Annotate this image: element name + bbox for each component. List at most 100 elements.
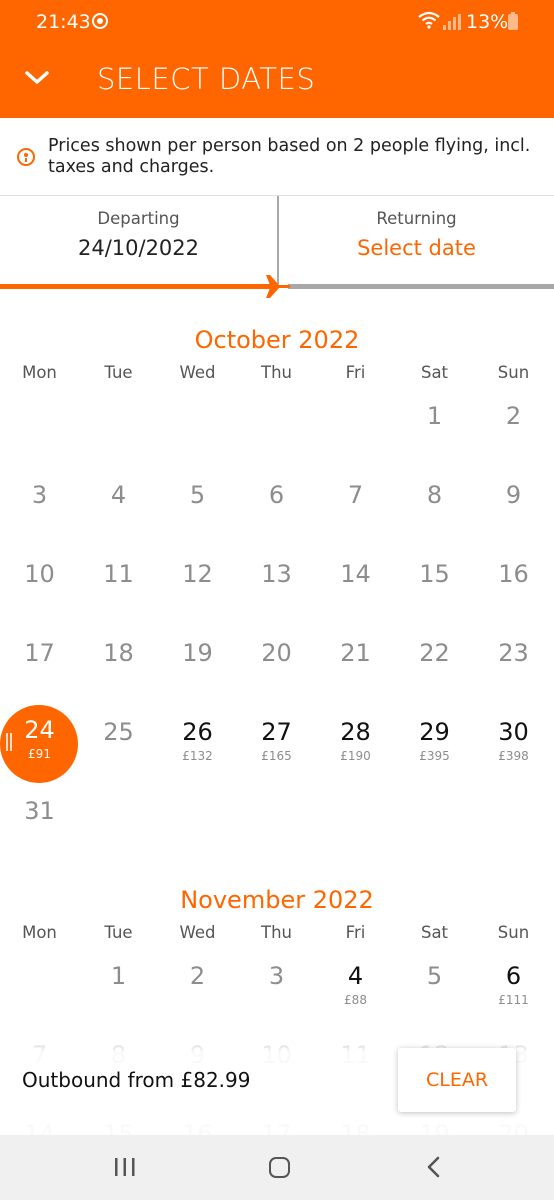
weekday-label: Tue (104, 923, 133, 942)
calendar-day[interactable]: 6 £111 (474, 962, 553, 1007)
chevron-down-icon[interactable] (24, 68, 50, 88)
calendar-day[interactable]: 21 (316, 639, 395, 667)
day-price: £132 (182, 749, 213, 763)
calendar-day[interactable]: 16 (474, 560, 553, 588)
calendar-day[interactable]: 9 (474, 481, 553, 509)
calendar-day[interactable]: 24 £91 (0, 716, 79, 761)
day-price: £398 (498, 749, 529, 763)
day-number: 6 (268, 481, 285, 509)
day-price: £111 (498, 993, 529, 1007)
weekday-label: Mon (22, 363, 57, 382)
tab-departing[interactable]: Departing 24/10/2022 (0, 196, 277, 284)
day-number: 20 (261, 639, 292, 667)
calendar-day[interactable]: 4 £88 (316, 962, 395, 1007)
weekday-label: Sat (420, 363, 449, 382)
day-number: 3 (268, 962, 285, 990)
tab-returning[interactable]: Returning Select date (277, 196, 554, 284)
calendar-day[interactable]: 2 (474, 402, 553, 430)
calendar-day[interactable]: 5 (158, 481, 237, 509)
calendar-day[interactable]: 12 (158, 560, 237, 588)
calendar-day[interactable]: 13 (237, 560, 316, 588)
progress-line-departing (0, 284, 272, 289)
day-number: 26 (182, 718, 213, 746)
departing-label: Departing (97, 209, 180, 228)
info-icon (17, 148, 35, 166)
day-number: 2 (505, 402, 522, 430)
home-icon[interactable] (269, 1157, 290, 1178)
calendar-day[interactable]: 26 £132 (158, 718, 237, 763)
calendar-day[interactable]: 28 £190 (316, 718, 395, 763)
calendar-day[interactable]: 31 (0, 797, 79, 825)
day-number: 10 (24, 560, 55, 588)
calendar-day[interactable]: 6 (237, 481, 316, 509)
outbound-price: Outbound from £82.99 (22, 1068, 251, 1092)
month-title: November 2022 (180, 886, 374, 914)
day-number: 15 (419, 560, 450, 588)
battery-icon (508, 12, 518, 30)
day-number: 3 (31, 481, 48, 509)
day-number: 7 (347, 481, 364, 509)
day-number: 11 (103, 560, 134, 588)
calendar-day[interactable]: 8 (395, 481, 474, 509)
weekday-label: Mon (22, 923, 57, 942)
calendar-day[interactable]: 7 (316, 481, 395, 509)
clear-button[interactable]: CLEAR (398, 1048, 516, 1112)
day-number: 13 (261, 560, 292, 588)
day-number: 18 (103, 639, 134, 667)
calendar-day[interactable]: 11 (79, 560, 158, 588)
day-number: 22 (419, 639, 450, 667)
calendar-day[interactable]: 5 (395, 962, 474, 990)
day-number: 19 (182, 639, 213, 667)
status-time: 21:43 (36, 11, 91, 33)
weekday-label: Wed (179, 363, 216, 382)
date-tabs: Departing 24/10/2022 Returning Select da… (0, 196, 554, 284)
day-number: 5 (189, 481, 206, 509)
day-number: 8 (426, 481, 443, 509)
calendar-day[interactable]: 1 (79, 962, 158, 990)
calendar-day[interactable]: 27 £165 (237, 718, 316, 763)
calendar-day[interactable]: 20 (237, 639, 316, 667)
day-number: 14 (340, 560, 371, 588)
calendar-day[interactable]: 15 (395, 560, 474, 588)
day-number: 12 (182, 560, 213, 588)
calendar-day[interactable]: 4 (79, 481, 158, 509)
calendar-day[interactable]: 2 (158, 962, 237, 990)
day-number: 9 (505, 481, 522, 509)
plane-icon (259, 275, 291, 298)
weekday-label: Sun (497, 363, 530, 382)
calendar-day[interactable]: 14 (316, 560, 395, 588)
weekday-label: Wed (179, 923, 216, 942)
battery-percentage: 13% (466, 11, 509, 33)
calendar-day[interactable]: 3 (237, 962, 316, 990)
departing-date: 24/10/2022 (77, 236, 200, 260)
day-number: 23 (498, 639, 529, 667)
day-number: 31 (24, 797, 55, 825)
calendar-day[interactable]: 19 (158, 639, 237, 667)
day-number: 30 (498, 718, 529, 746)
recents-icon[interactable] (114, 1157, 136, 1177)
weekday-label: Fri (345, 923, 366, 942)
progress-line-returning (288, 284, 554, 289)
signal-icon (443, 14, 461, 30)
calendar-day[interactable]: 18 (79, 639, 158, 667)
weekday-label: Fri (345, 363, 366, 382)
info-banner: Prices shown per person based on 2 peopl… (0, 118, 554, 196)
calendar-day[interactable]: 30 £398 (474, 718, 553, 763)
calendar-day[interactable]: 23 (474, 639, 553, 667)
calendar-day[interactable]: 17 (0, 639, 79, 667)
back-icon[interactable] (426, 1156, 442, 1178)
calendar-day[interactable]: 22 (395, 639, 474, 667)
day-number: 29 (419, 718, 450, 746)
day-number: 1 (426, 402, 443, 430)
calendar-day[interactable]: 1 (395, 402, 474, 430)
day-number: 17 (24, 639, 55, 667)
calendar-day[interactable]: 10 (0, 560, 79, 588)
calendar-day[interactable]: 29 £395 (395, 718, 474, 763)
day-price: £165 (261, 749, 292, 763)
day-number: 27 (261, 718, 292, 746)
day-number: 5 (426, 962, 443, 990)
calendar-day[interactable]: 3 (0, 481, 79, 509)
calendar-day[interactable]: 25 (79, 718, 158, 746)
wifi-icon (418, 11, 440, 29)
weekday-label: Sat (420, 923, 449, 942)
